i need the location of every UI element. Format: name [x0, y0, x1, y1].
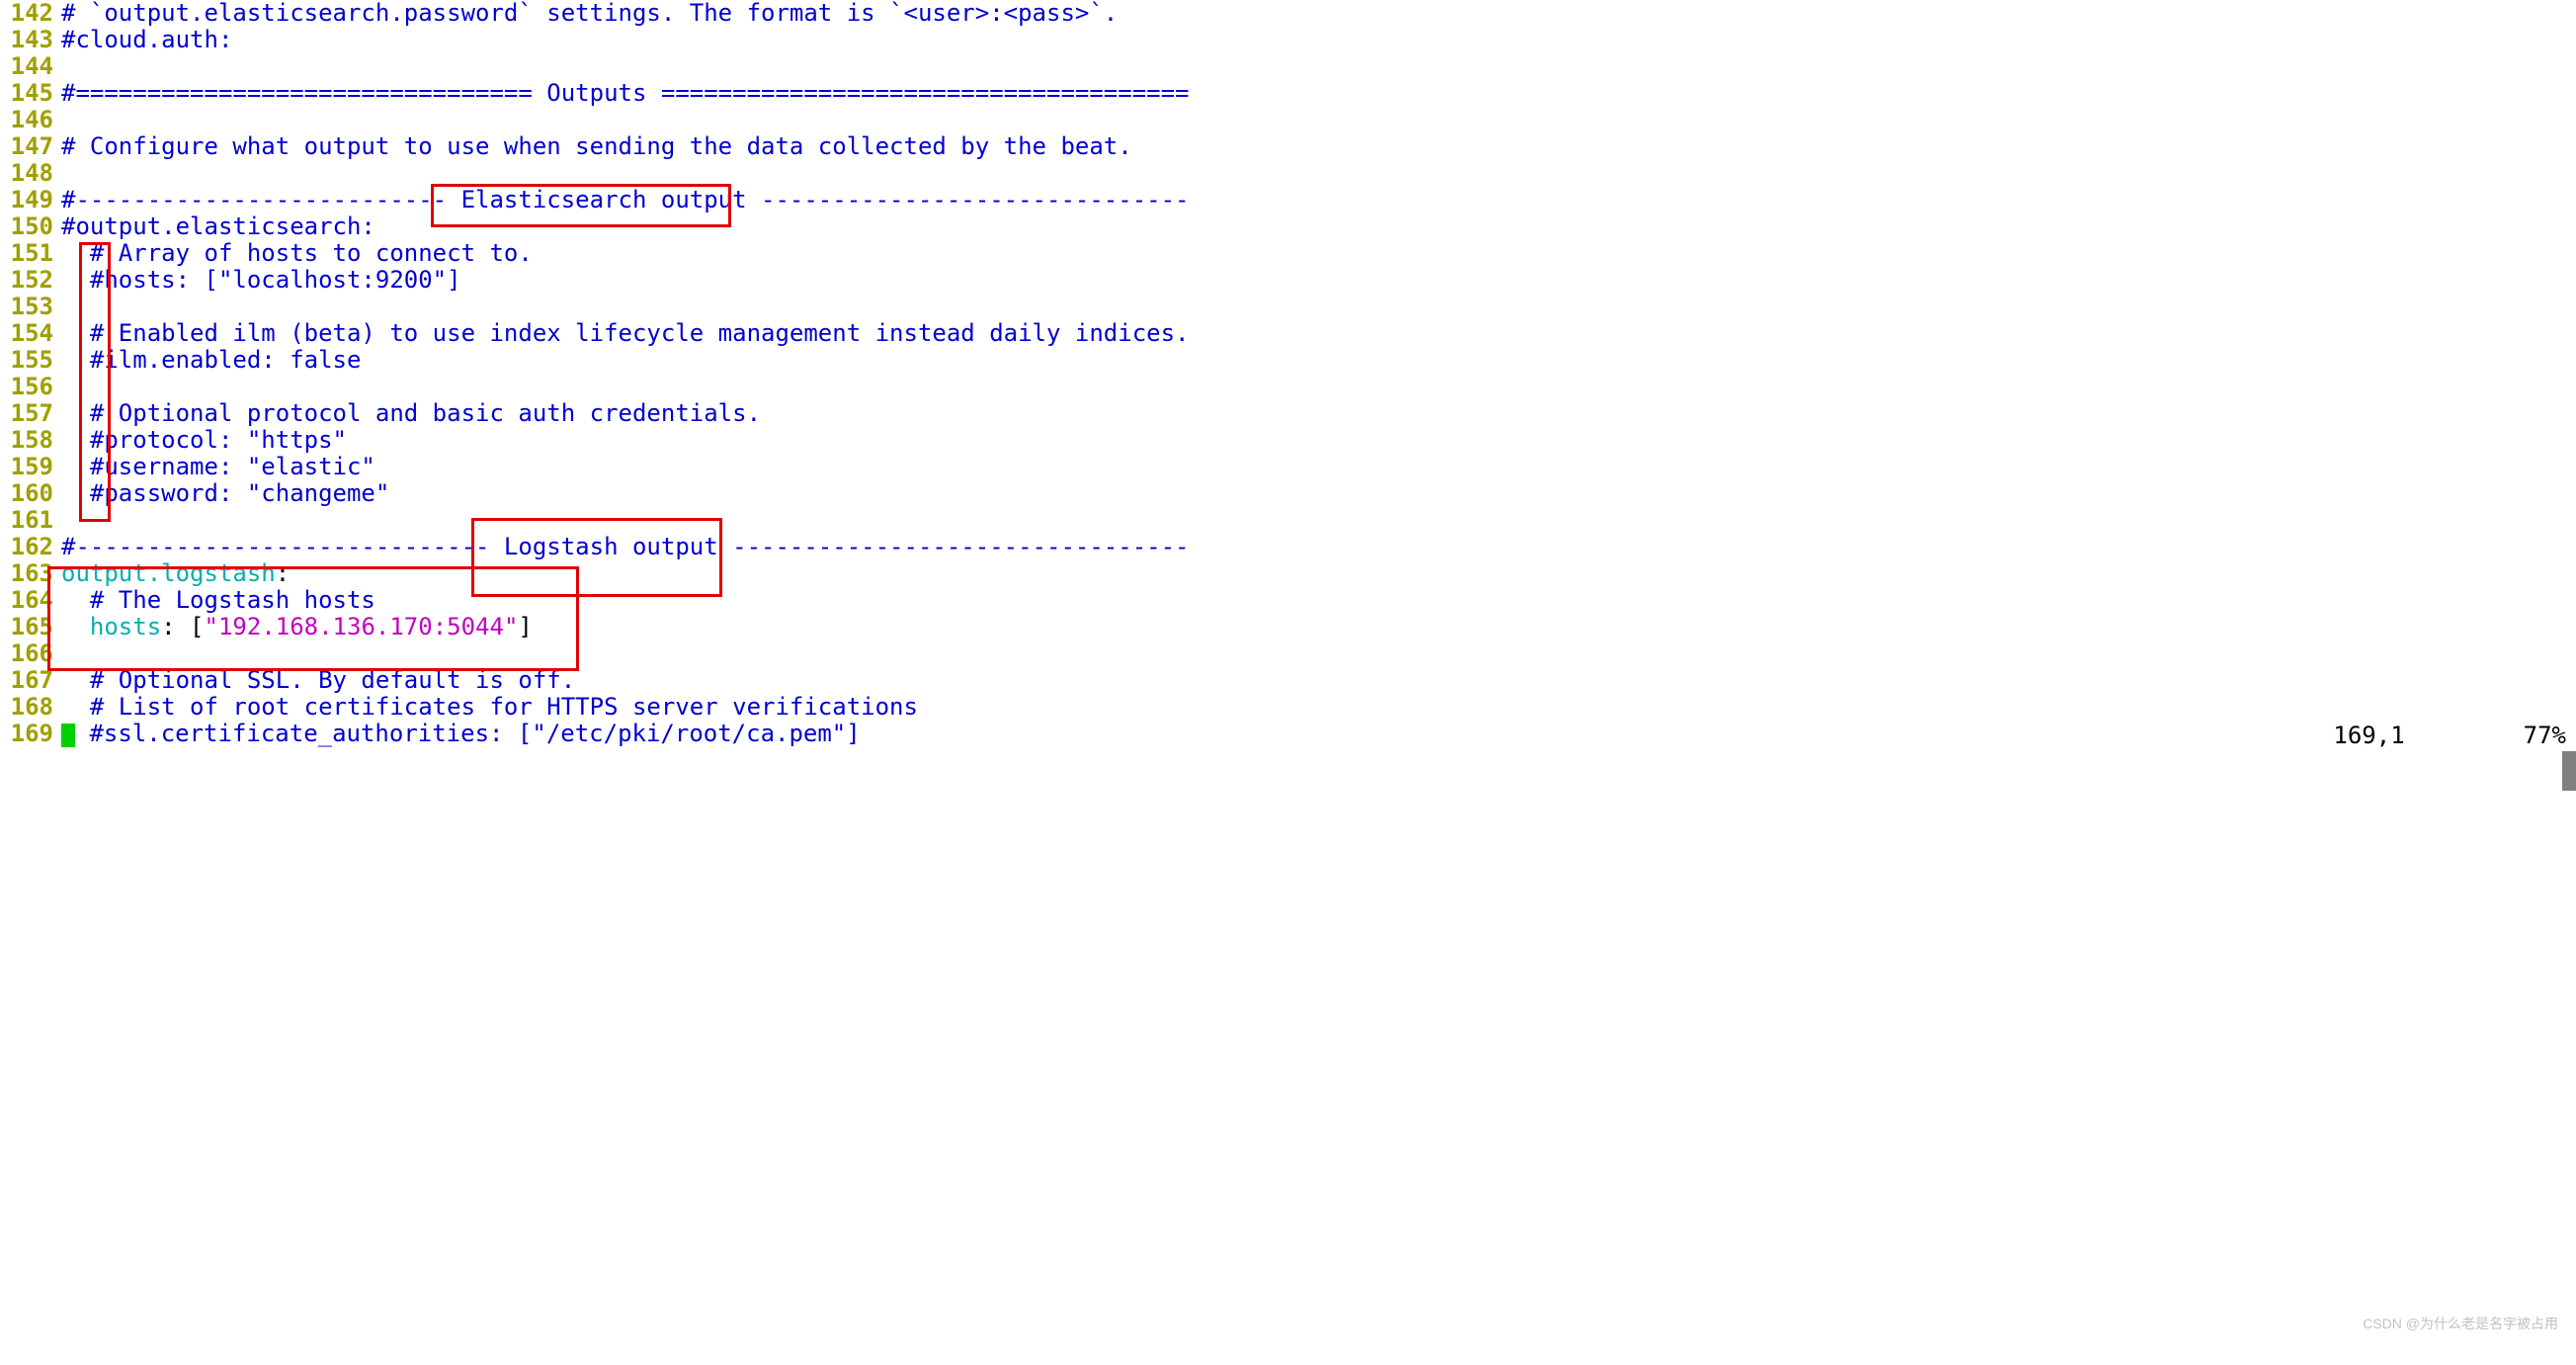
- code-text: # Optional SSL. By default is off.: [61, 667, 2572, 694]
- code-text: # List of root certificates for HTTPS se…: [61, 694, 2572, 721]
- line-number: 154: [4, 320, 61, 347]
- code-line[interactable]: 165 hosts: ["192.168.136.170:5044"]: [4, 614, 2572, 640]
- code-line[interactable]: 164 # The Logstash hosts: [4, 587, 2572, 614]
- code-line[interactable]: 154 # Enabled ilm (beta) to use index li…: [4, 320, 2572, 347]
- code-text: # Configure what output to use when send…: [61, 133, 2572, 160]
- code-text: # Optional protocol and basic auth crede…: [61, 400, 2572, 427]
- code-line[interactable]: 168 # List of root certificates for HTTP…: [4, 694, 2572, 721]
- code-text: [61, 160, 2572, 187]
- code-line[interactable]: 161: [4, 507, 2572, 534]
- line-number: 153: [4, 294, 61, 320]
- line-number: 149: [4, 187, 61, 213]
- scrollbar-thumb[interactable]: [2562, 751, 2576, 791]
- line-number: 145: [4, 80, 61, 107]
- line-number: 162: [4, 534, 61, 560]
- code-text: [61, 294, 2572, 320]
- code-line[interactable]: 147# Configure what output to use when s…: [4, 133, 2572, 160]
- code-line[interactable]: 155 #ilm.enabled: false: [4, 347, 2572, 374]
- line-number: 151: [4, 240, 61, 267]
- line-number: 150: [4, 213, 61, 240]
- line-number: 152: [4, 267, 61, 294]
- code-line[interactable]: 153: [4, 294, 2572, 320]
- line-number: 161: [4, 507, 61, 534]
- code-line[interactable]: 157 # Optional protocol and basic auth c…: [4, 400, 2572, 427]
- line-number: 157: [4, 400, 61, 427]
- line-number: 155: [4, 347, 61, 374]
- code-text: #ssl.certificate_authorities: ["/etc/pki…: [61, 721, 2572, 747]
- code-text: output.logstash:: [61, 560, 2572, 587]
- code-text: #protocol: "https": [61, 427, 2572, 454]
- cursor-position: 169,1: [2333, 723, 2404, 749]
- line-number: 146: [4, 107, 61, 133]
- line-number: 143: [4, 27, 61, 53]
- line-number: 156: [4, 374, 61, 400]
- code-text: [61, 640, 2572, 667]
- code-line[interactable]: 169 #ssl.certificate_authorities: ["/etc…: [4, 721, 2572, 747]
- code-text: # Enabled ilm (beta) to use index lifecy…: [61, 320, 2572, 347]
- code-text: [61, 53, 2572, 80]
- cursor: [61, 724, 75, 747]
- code-text: [61, 107, 2572, 133]
- code-line[interactable]: 148: [4, 160, 2572, 187]
- code-line[interactable]: 152 #hosts: ["localhost:9200"]: [4, 267, 2572, 294]
- code-line[interactable]: 162#----------------------------- Logsta…: [4, 534, 2572, 560]
- code-text: #username: "elastic": [61, 454, 2572, 480]
- code-line[interactable]: 150#output.elasticsearch:: [4, 213, 2572, 240]
- line-number: 158: [4, 427, 61, 454]
- line-number: 160: [4, 480, 61, 507]
- code-line[interactable]: 149#-------------------------- Elasticse…: [4, 187, 2572, 213]
- code-text: #ilm.enabled: false: [61, 347, 2572, 374]
- code-line[interactable]: 159 #username: "elastic": [4, 454, 2572, 480]
- code-line[interactable]: 142# `output.elasticsearch.password` set…: [4, 0, 2572, 27]
- code-text: # Array of hosts to connect to.: [61, 240, 2572, 267]
- code-text: hosts: ["192.168.136.170:5044"]: [61, 614, 2572, 640]
- code-text: #================================ Output…: [61, 80, 2572, 107]
- code-line[interactable]: 166: [4, 640, 2572, 667]
- code-text: #----------------------------- Logstash …: [61, 534, 2572, 560]
- code-line[interactable]: 151 # Array of hosts to connect to.: [4, 240, 2572, 267]
- scroll-percent: 77%: [2524, 723, 2566, 749]
- code-line[interactable]: 145#================================ Out…: [4, 80, 2572, 107]
- code-line[interactable]: 143#cloud.auth:: [4, 27, 2572, 53]
- line-number: 165: [4, 614, 61, 640]
- code-text: #-------------------------- Elasticsearc…: [61, 187, 2572, 213]
- code-text: [61, 374, 2572, 400]
- code-line[interactable]: 167 # Optional SSL. By default is off.: [4, 667, 2572, 694]
- code-text: #password: "changeme": [61, 480, 2572, 507]
- code-line[interactable]: 146: [4, 107, 2572, 133]
- code-text: [61, 507, 2572, 534]
- code-line[interactable]: 160 #password: "changeme": [4, 480, 2572, 507]
- code-text: #cloud.auth:: [61, 27, 2572, 53]
- line-number: 144: [4, 53, 61, 80]
- code-text: # The Logstash hosts: [61, 587, 2572, 614]
- line-number: 169: [4, 721, 61, 747]
- editor-viewport[interactable]: 142# `output.elasticsearch.password` set…: [0, 0, 2576, 751]
- line-number: 163: [4, 560, 61, 587]
- code-text: #output.elasticsearch:: [61, 213, 2572, 240]
- line-number: 148: [4, 160, 61, 187]
- status-bar: 169,1 77%: [2333, 723, 2566, 749]
- code-line[interactable]: 158 #protocol: "https": [4, 427, 2572, 454]
- line-number: 166: [4, 640, 61, 667]
- line-number: 164: [4, 587, 61, 614]
- code-text: #hosts: ["localhost:9200"]: [61, 267, 2572, 294]
- code-line[interactable]: 144: [4, 53, 2572, 80]
- code-line[interactable]: 163output.logstash:: [4, 560, 2572, 587]
- line-number: 168: [4, 694, 61, 721]
- code-text: # `output.elasticsearch.password` settin…: [61, 0, 2572, 27]
- line-number: 142: [4, 0, 61, 27]
- watermark: CSDN @为什么老是名字被占用: [2363, 1311, 2558, 1337]
- line-number: 159: [4, 454, 61, 480]
- line-number: 167: [4, 667, 61, 694]
- code-line[interactable]: 156: [4, 374, 2572, 400]
- line-number: 147: [4, 133, 61, 160]
